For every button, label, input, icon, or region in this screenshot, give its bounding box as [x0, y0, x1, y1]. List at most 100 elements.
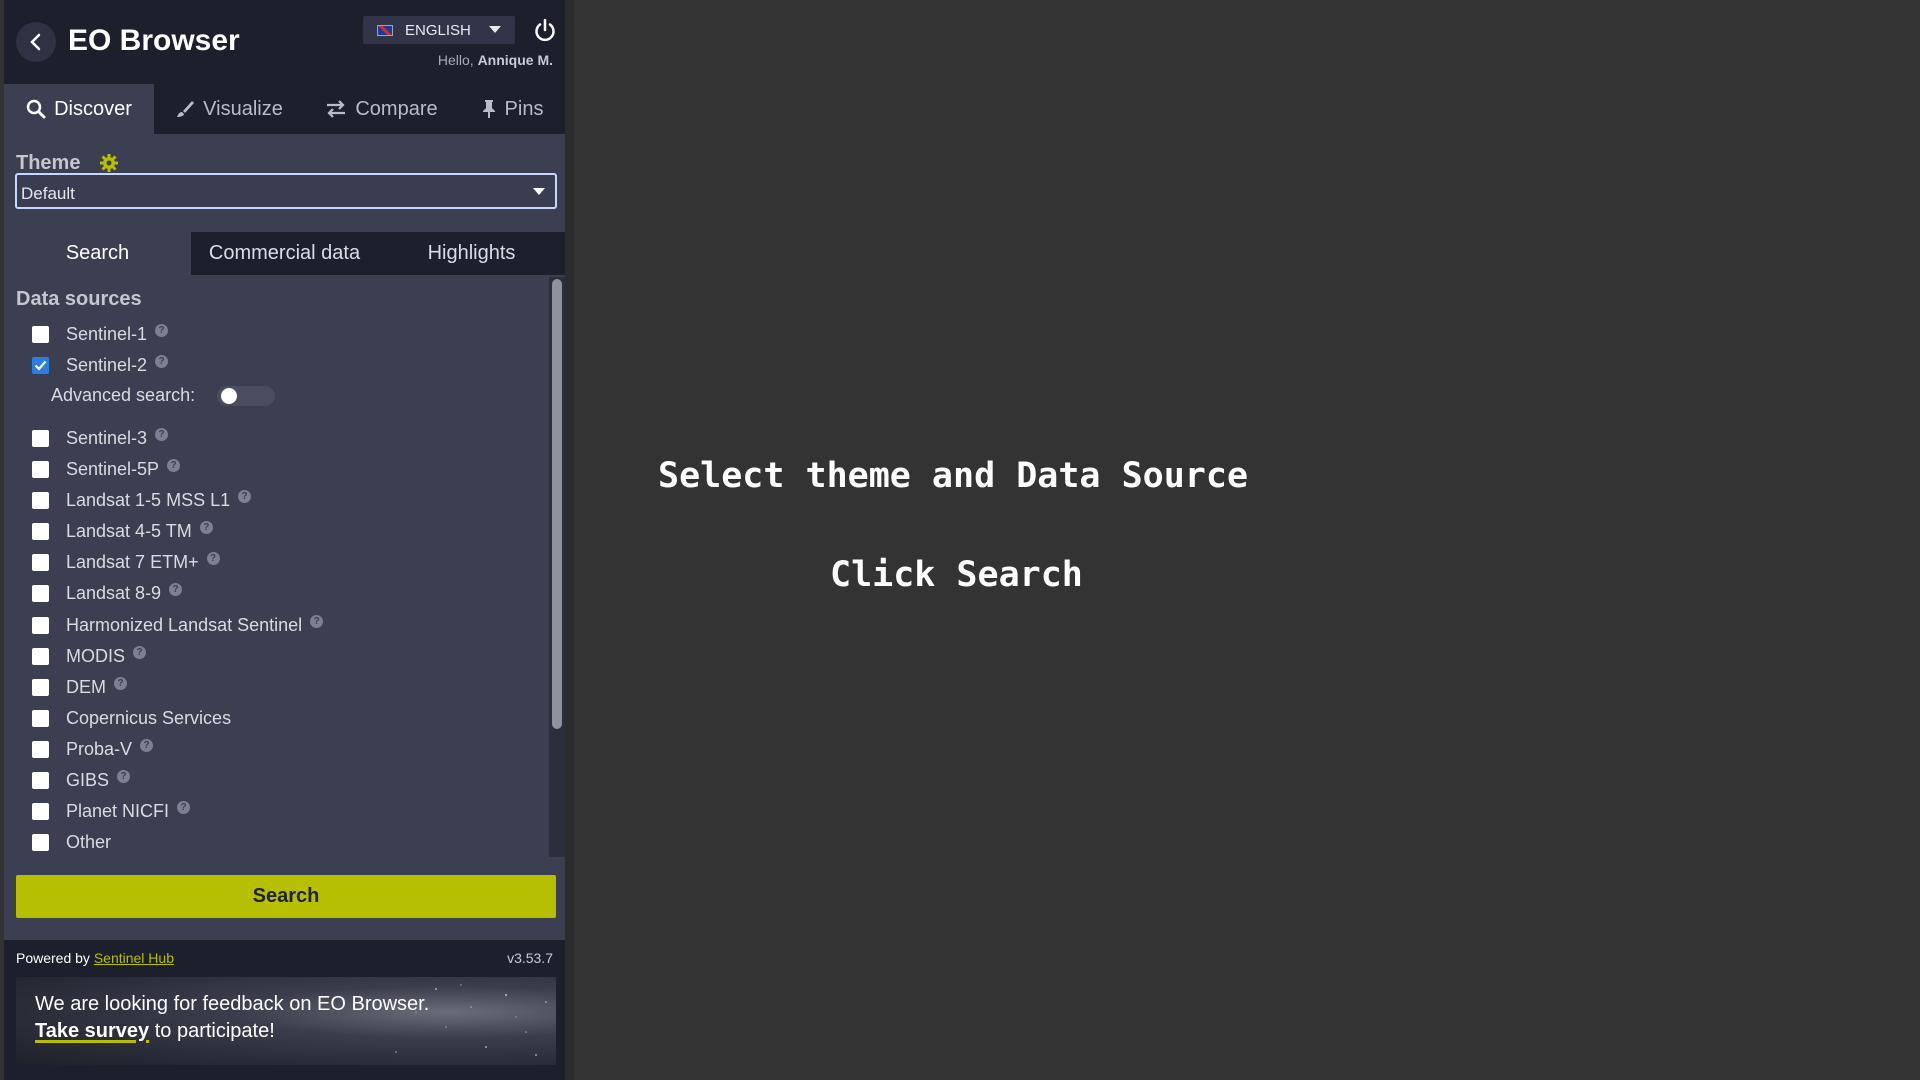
checkmark-icon — [34, 360, 47, 371]
tab-visualize-label: Visualize — [203, 97, 283, 120]
search-button[interactable]: Search — [16, 875, 556, 918]
checkbox[interactable] — [32, 429, 49, 447]
app-header: EO Browser ENGLISH Hello, Annique M. — [4, 0, 565, 84]
checkbox[interactable] — [32, 833, 49, 851]
tab-compare[interactable]: Compare — [304, 84, 459, 134]
tab-commercial-data[interactable]: Commercial data — [191, 232, 378, 275]
data-source-item[interactable]: Sentinel-2? — [32, 353, 169, 377]
banner-cta-rest: to participate! — [154, 1020, 275, 1042]
checkbox[interactable] — [32, 771, 49, 789]
help-icon[interactable]: ? — [155, 427, 169, 441]
theme-selected-value: Default — [21, 184, 75, 203]
checkbox[interactable] — [32, 460, 49, 478]
feedback-banner[interactable]: We are looking for feedback on EO Browse… — [16, 977, 556, 1065]
help-icon[interactable]: ? — [114, 676, 127, 690]
uk-flag-icon — [377, 24, 393, 36]
checkbox[interactable] — [32, 522, 49, 540]
tab-search[interactable]: Search — [4, 232, 191, 275]
data-source-label: Sentinel-5P — [66, 458, 160, 479]
pin-icon — [482, 100, 495, 118]
user-name: Annique M. — [477, 52, 553, 68]
data-source-label: Landsat 8-9 — [66, 582, 162, 603]
data-source-item[interactable]: Sentinel-5P? — [32, 457, 181, 481]
search-icon — [26, 99, 46, 119]
data-source-item[interactable]: Sentinel-3? — [32, 426, 169, 450]
data-source-label: Planet NICFI — [66, 800, 170, 821]
caret-down-icon — [489, 26, 501, 33]
checkbox[interactable] — [32, 325, 49, 343]
language-select[interactable]: ENGLISH — [363, 16, 515, 44]
help-icon[interactable]: ? — [177, 800, 191, 814]
toggle-knob — [221, 388, 237, 404]
data-source-label: Landsat 7 ETM+ — [66, 551, 199, 572]
checkbox[interactable] — [32, 709, 49, 727]
panel-divider[interactable] — [565, 0, 574, 1080]
tab-discover-label: Discover — [54, 97, 132, 120]
data-source-label: Proba-V — [66, 738, 133, 759]
data-source-item[interactable]: Planet NICFI? — [32, 799, 191, 823]
data-sources-title: Data sources — [16, 288, 142, 310]
checkbox[interactable] — [32, 740, 49, 758]
tab-pins-label: Pins — [504, 97, 544, 120]
tab-compare-label: Compare — [355, 97, 438, 120]
data-source-item[interactable]: Landsat 8-9? — [32, 581, 183, 605]
checkbox[interactable] — [32, 356, 49, 374]
help-icon[interactable]: ? — [310, 614, 324, 628]
data-source-item[interactable]: Other — [32, 830, 111, 854]
gear-icon[interactable] — [99, 153, 119, 173]
scrollbar-thumb[interactable] — [552, 279, 562, 729]
data-source-item[interactable]: Sentinel-1? — [32, 322, 169, 346]
checkbox[interactable] — [32, 491, 49, 509]
checkbox[interactable] — [32, 678, 49, 696]
sentinel-hub-link[interactable]: Sentinel Hub — [94, 950, 174, 966]
help-icon[interactable]: ? — [206, 551, 220, 565]
help-icon[interactable]: ? — [238, 489, 252, 503]
instruction-line-2: Click Search — [830, 555, 1083, 595]
data-source-label: DEM — [66, 676, 106, 697]
data-source-item[interactable]: Landsat 4-5 TM? — [32, 519, 213, 543]
banner-cta: Take survey to participate! — [35, 1020, 275, 1043]
advanced-search-label: Advanced search: — [51, 385, 196, 405]
data-source-label: Landsat 4-5 TM — [66, 520, 192, 541]
help-icon[interactable]: ? — [117, 769, 131, 783]
data-source-item[interactable]: Harmonized Landsat Sentinel? — [32, 613, 324, 637]
chevron-left-icon — [30, 33, 41, 51]
checkbox[interactable] — [32, 802, 49, 820]
version-label: v3.53.7 — [507, 950, 553, 966]
data-source-label: Sentinel-3 — [66, 427, 148, 448]
tab-visualize[interactable]: Visualize — [154, 84, 304, 134]
data-source-label: GIBS — [66, 769, 110, 790]
help-icon[interactable]: ? — [169, 582, 183, 596]
help-icon[interactable]: ? — [140, 738, 154, 752]
compare-arrows-icon — [327, 100, 346, 118]
data-source-item[interactable]: MODIS? — [32, 644, 147, 668]
data-source-item[interactable]: Copernicus Services — [32, 706, 231, 730]
data-source-item[interactable]: DEM? — [32, 675, 127, 699]
tab-highlights[interactable]: Highlights — [378, 232, 565, 275]
data-source-label: Landsat 1-5 MSS L1 — [66, 489, 231, 510]
advanced-search-toggle[interactable] — [217, 386, 275, 406]
data-source-item[interactable]: Landsat 7 ETM+? — [32, 550, 220, 574]
checkbox[interactable] — [32, 553, 49, 571]
power-icon[interactable] — [531, 17, 559, 45]
tab-discover[interactable]: Discover — [4, 84, 154, 134]
help-icon[interactable]: ? — [133, 645, 147, 659]
brush-icon — [177, 101, 195, 117]
data-source-item[interactable]: Proba-V? — [32, 737, 154, 761]
help-icon[interactable]: ? — [167, 458, 181, 472]
checkbox[interactable] — [32, 616, 49, 634]
help-icon[interactable]: ? — [155, 354, 169, 368]
tab-pins[interactable]: Pins — [459, 84, 565, 134]
take-survey-link[interactable]: Take survey — [35, 1020, 149, 1042]
data-source-item[interactable]: Landsat 1-5 MSS L1? — [32, 488, 252, 512]
sub-tabs: Search Commercial data Highlights — [4, 232, 565, 275]
theme-select[interactable]: Default — [15, 173, 557, 209]
instruction-line-1: Select theme and Data Source — [658, 456, 1249, 496]
banner-text: We are looking for feedback on EO Browse… — [35, 993, 430, 1015]
back-button[interactable] — [16, 22, 56, 62]
checkbox[interactable] — [32, 647, 49, 665]
data-source-item[interactable]: GIBS? — [32, 768, 131, 792]
help-icon[interactable]: ? — [199, 520, 213, 534]
help-icon[interactable]: ? — [155, 323, 169, 337]
checkbox[interactable] — [32, 584, 49, 602]
